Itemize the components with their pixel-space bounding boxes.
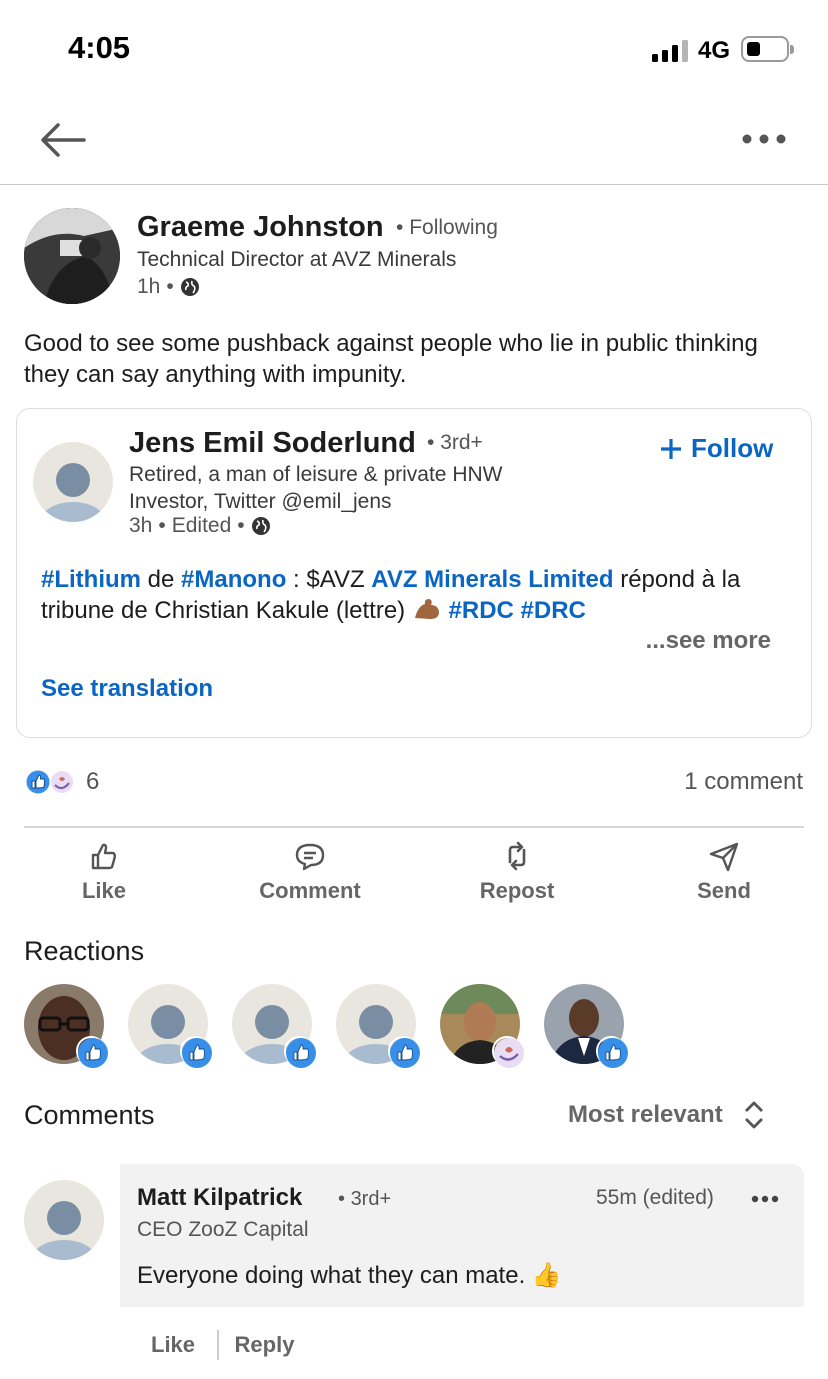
post-text: Good to see some pushback against people… <box>24 330 758 388</box>
reaction-avatar[interactable] <box>128 984 212 1068</box>
nav-bar <box>0 96 828 185</box>
back-arrow-icon[interactable] <box>38 120 88 160</box>
signal-icon <box>652 40 688 62</box>
globe-icon <box>180 278 199 296</box>
hashtag-lithium[interactable]: #Lithium <box>41 566 141 593</box>
like-label: Like <box>81 878 127 903</box>
repost-icon <box>508 841 526 871</box>
status-bar: 4:05 4G <box>0 0 828 96</box>
see-more-link[interactable]: ...see more <box>646 627 771 655</box>
post-meta: 1h • <box>137 275 200 299</box>
like-reaction-icon <box>596 1036 628 1068</box>
divider <box>217 1330 219 1360</box>
reaction-avatar[interactable] <box>440 984 524 1068</box>
repost-label: Repost <box>479 878 555 903</box>
author-headline: Technical Director at AVZ Minerals <box>137 248 457 271</box>
follow-button[interactable]: Follow <box>659 433 773 464</box>
following-label: • Following <box>396 216 498 239</box>
shared-post-card[interactable]: Jens Emil Soderlund • 3rd+ Follow Retire… <box>16 408 812 738</box>
reaction-count[interactable]: 6 <box>86 768 99 796</box>
shared-post-meta: 3h • Edited • <box>129 514 271 538</box>
shared-author-name[interactable]: Jens Emil Soderlund <box>129 427 416 460</box>
battery-icon <box>741 36 794 62</box>
commenter-degree: • 3rd+ <box>338 1188 392 1210</box>
globe-icon <box>251 517 270 535</box>
comment-label: Comment <box>259 878 361 903</box>
see-translation-link[interactable]: See translation <box>41 675 213 703</box>
like-reaction-icon <box>388 1036 420 1068</box>
send-label: Send <box>697 878 751 903</box>
comment-like-button[interactable]: Like <box>151 1332 195 1358</box>
reaction-avatar[interactable] <box>336 984 420 1068</box>
company-mention[interactable]: AVZ Minerals Limited <box>371 566 613 593</box>
like-reaction-icon <box>284 1036 316 1068</box>
reaction-summary-icons[interactable] <box>24 768 76 796</box>
flexed-biceps-icon <box>414 599 439 619</box>
author-name[interactable]: Graeme Johnston <box>137 211 384 244</box>
reaction-avatar[interactable] <box>232 984 316 1068</box>
reaction-avatar[interactable] <box>24 984 108 1068</box>
commenter-headline: CEO ZooZ Capital <box>137 1218 309 1241</box>
hashtag-rdc[interactable]: #RDC <box>449 597 514 624</box>
shared-author-degree: • 3rd+ <box>427 431 483 454</box>
comment-text: Everyone doing what they can mate. 👍 <box>137 1262 562 1289</box>
thumbs-up-icon <box>91 843 116 870</box>
shared-post-text: #Lithium de #Manono : $AVZ AVZ Minerals … <box>41 566 741 624</box>
edited-label: Edited <box>171 514 232 537</box>
comments-title: Comments <box>24 1100 155 1130</box>
comment-time: 55m (edited) <box>596 1186 714 1209</box>
status-time: 4:05 <box>68 30 131 65</box>
reactions-title: Reactions <box>24 936 145 966</box>
reaction-avatar[interactable] <box>544 984 628 1068</box>
hashtag-manono[interactable]: #Manono <box>181 566 286 593</box>
repost-button[interactable]: Repost <box>437 840 597 906</box>
comment-reply-button[interactable]: Reply <box>235 1332 295 1358</box>
comment-button[interactable]: Comment <box>230 840 390 906</box>
support-reaction-icon <box>492 1036 524 1068</box>
network-label: 4G <box>698 37 731 64</box>
more-horizontal-icon[interactable] <box>740 132 788 146</box>
comment-bubble: Matt Kilpatrick • 3rd+ 55m (edited) CEO … <box>120 1164 804 1307</box>
shared-post-time: 3h <box>129 514 153 537</box>
like-reaction-icon <box>76 1036 108 1068</box>
shared-author-avatar[interactable] <box>33 442 113 522</box>
sort-chevrons-icon <box>744 1101 763 1129</box>
comment-more-icon[interactable] <box>751 1195 779 1203</box>
follow-label: Follow <box>691 433 774 463</box>
commenter-avatar[interactable] <box>24 1180 104 1260</box>
like-reaction-icon <box>180 1036 212 1068</box>
like-button[interactable]: Like <box>24 840 184 906</box>
sort-dropdown[interactable]: Most relevant <box>568 1100 765 1130</box>
send-button[interactable]: Send <box>644 840 804 906</box>
comment-count[interactable]: 1 comment <box>684 768 803 796</box>
plus-icon <box>661 438 681 459</box>
send-icon <box>709 842 739 872</box>
sort-label: Most relevant <box>568 1101 723 1128</box>
post-time: 1h <box>137 275 161 298</box>
comment-icon <box>295 843 325 871</box>
commenter-name[interactable]: Matt Kilpatrick <box>137 1184 302 1212</box>
shared-author-headline: Retired, a man of leisure & private HNW … <box>129 463 503 513</box>
divider <box>24 826 804 828</box>
author-avatar[interactable] <box>24 208 120 304</box>
comment-actions: Like Reply <box>151 1330 294 1360</box>
hashtag-drc[interactable]: #DRC <box>521 597 586 624</box>
